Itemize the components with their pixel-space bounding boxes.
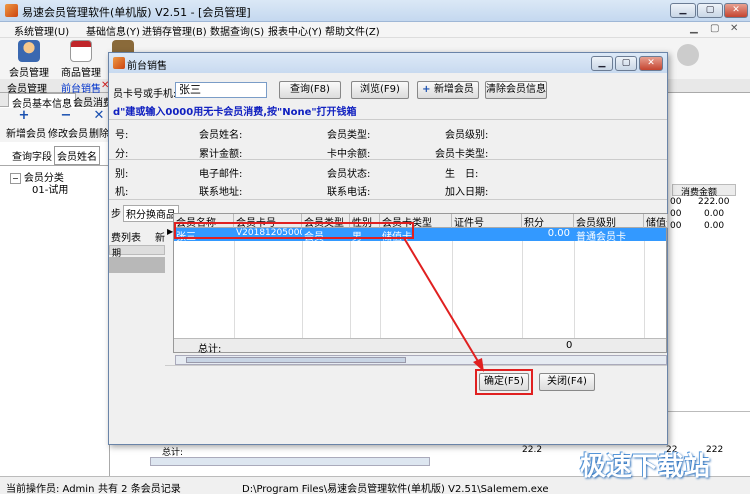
arrow-line: [403, 237, 483, 369]
arrow-head-icon: [473, 358, 484, 372]
annotation-arrow: [403, 237, 484, 372]
